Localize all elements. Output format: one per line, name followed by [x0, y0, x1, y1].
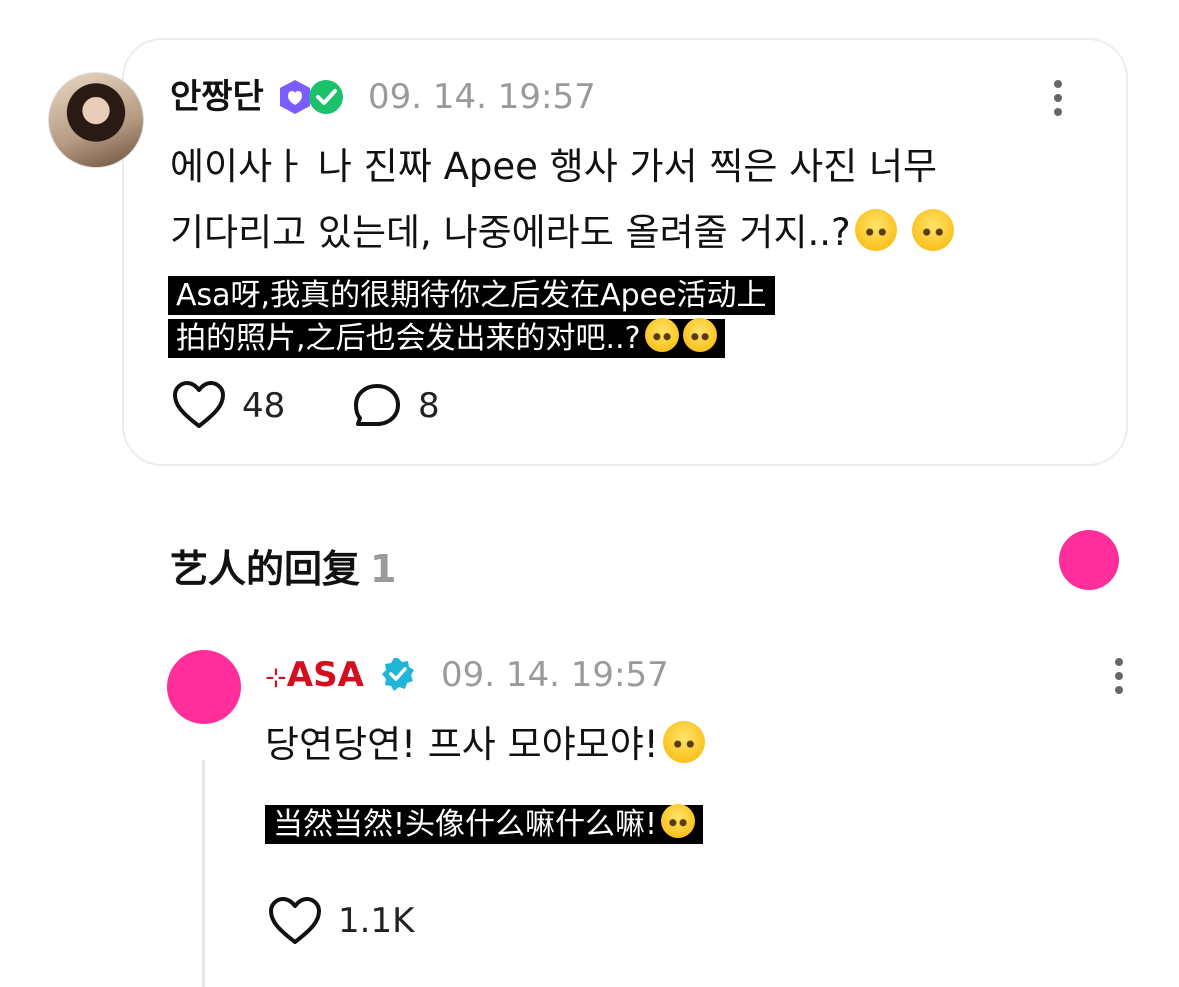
reply-timestamp: 09. 14. 19:57	[441, 655, 669, 695]
section-title-text: 艺人的回复	[170, 547, 361, 591]
reply-username-text: ASA	[286, 655, 364, 695]
artist-avatar[interactable]	[167, 650, 241, 724]
comment-count: 8	[418, 386, 440, 426]
translation-line2: 拍的照片,之后也会发出来的对吧..?	[176, 321, 641, 356]
username-prefix: ⊹	[265, 663, 287, 693]
reply-heart-icon[interactable]	[268, 896, 322, 946]
reply-more-icon[interactable]	[1109, 658, 1129, 698]
reply-translation-text: 当然当然!头像什么嘛什么嘛!	[273, 807, 658, 842]
like-count: 48	[242, 386, 286, 426]
post-username[interactable]: 안짱단	[170, 80, 264, 114]
more-icon[interactable]	[1048, 80, 1068, 120]
reply-text-content: 당연당연! 프사 모야모야!	[265, 723, 659, 766]
post-text-content-2: 기다리고 있는데, 나중에라도 올려줄 거지..?	[170, 211, 851, 254]
pleading-face-emoji	[912, 209, 955, 251]
reply-username[interactable]: ⊹ASA	[265, 658, 364, 692]
pleading-face-emoji	[682, 318, 717, 352]
verified-badge-icon	[382, 658, 414, 691]
section-count: 1	[370, 547, 397, 591]
thread-line	[202, 760, 205, 987]
reply-translation-wrap: 当然当然!头像什么嘛什么嘛!	[265, 804, 704, 844]
translation-block: Asa呀,我真的很期待你之后发在Apee活动上	[168, 276, 775, 316]
translation-line2-wrap: 拍的照片,之后也会发出来的对吧..?	[168, 318, 725, 358]
post-text-line1: 에이사ㅏ 나 진짜 Apee 행사 가서 찍은 사진 너무	[170, 138, 937, 196]
reply-text: 당연당연! 프사 모야모야!	[265, 716, 705, 774]
post-timestamp: 09. 14. 19:57	[368, 77, 596, 117]
floating-action-dot[interactable]	[1059, 530, 1119, 590]
check-badge-icon	[309, 80, 343, 114]
pleading-face-emoji	[854, 209, 897, 251]
translation-line1: Asa呀,我真的很期待你之后发在Apee活动上	[168, 276, 775, 315]
pleading-face-emoji	[644, 318, 679, 352]
reply-translation: 当然当然!头像什么嘛什么嘛!	[265, 804, 704, 845]
post-text-content-1: 에이사ㅏ 나 진짜 Apee 행사 가서 찍은 사진 너무	[170, 145, 938, 188]
artist-replies-header: 艺人的回复 1	[170, 538, 396, 593]
heart-icon[interactable]	[172, 380, 226, 430]
reply-like-count: 1.1K	[338, 901, 415, 941]
pleading-face-emoji	[662, 721, 705, 763]
comment-icon[interactable]	[352, 382, 402, 430]
post-text-line2: 기다리고 있는데, 나중에라도 올려줄 거지..?	[170, 204, 955, 262]
user-avatar[interactable]	[48, 72, 144, 168]
translation-block-2: 拍的照片,之后也会发出来的对吧..?	[168, 318, 725, 359]
pleading-face-emoji	[661, 804, 696, 838]
